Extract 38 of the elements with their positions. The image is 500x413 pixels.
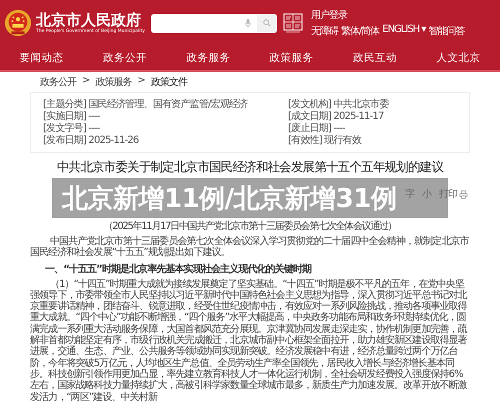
seal-logo-icon [282, 13, 303, 33]
info-field: [发文字号] ---- [43, 123, 100, 134]
body-paragraph: 中国共产党北京市第十三届委员会第七次全体会议深入学习贯彻党的二十届四中全会精神，就制定北京市国民经济和社会发展“十五五”规划提出如下建议。 [30, 236, 470, 259]
nav-item[interactable]: 政务服务 [182, 49, 234, 67]
nav-item[interactable]: 政策服务 [266, 49, 318, 67]
breadcrumb-link[interactable]: 政务公开 [40, 75, 76, 89]
section-heading: 一、“十五五”时期是北京率先基本实现社会主义现代化的关键时期 [44, 264, 312, 276]
caption-text: 北京新增11例/北京新增31例 [62, 182, 396, 216]
nav-item[interactable]: 政务公开 [98, 49, 151, 67]
site-name[interactable]: 北京市人民政府 [36, 12, 145, 29]
info-field: [成文日期] 2025-11-17 [288, 111, 384, 122]
document-title: 中共北京市委关于制定北京市国民经济和社会发展第十五个五年规划的建议 [56, 159, 444, 176]
breadcrumb-separator: > [82, 75, 90, 88]
header-link[interactable]: 繁体/简体 [340, 24, 380, 38]
info-field: [主题分类] 国民经济管理、国有资产监管/宏观经济 [43, 99, 248, 110]
search-field[interactable] [150, 14, 277, 32]
nav-item[interactable]: 要闻动态 [16, 49, 68, 67]
info-field: [发布日期] 2025-11-26 [43, 135, 138, 146]
search-button[interactable] [256, 14, 277, 32]
emblem-icon [4, 9, 32, 37]
print-link[interactable]: 打印 [439, 187, 457, 201]
body-paragraph: （1）“十四五”时期重大成就为接续发展奠定了坚实基础。“十四五”时期是极不平凡的五年，在党中央坚强领导下，市委带领全市人民坚持以习近平新时代中国特色社会主义思想为指导，深入贯彻习近平总书记对北京重要讲话精神，团结奋斗、锐意进取，经受住世纪疫情冲击，有效应对一系列风险挑战，推动各项事业取得重大成就。“四个中心”功能不断增强，“四个服务”水平大幅提高，中央政务功能布局和政务环境持续优化，圆满完成一系列重大活动服务保障，大国首都风范充分展现。京津冀协同发展走深走实，协作机制更加完善，疏解非首都功能坚定有序，市级行政机关完成搬迁，北京城市副中心框架全面拉开，助力雄安新区建设取得显著进展，交通、生态、产业、公共服务等领域协同实现新突破。经济发展稳中有进，经济总量跨过两个万亿台阶，今年将突破5万亿元，人均地区生产总值、全员劳动生产率全国领先，居民收入增长与经济增长基本同步。科技创新引领作用更加凸显，率先建立教育科技人才一体化运行机制，全社会研发经费投入强度保持6%左右，国家战略科技力量持续扩大，高被引科学家数量全球城市最多，新质生产力加速发展。改革开放不断激发活力，“两区”建设、中关村新 [30, 278, 468, 403]
info-field: [发文机构] 中共北京市委 [288, 99, 389, 110]
breadcrumb-current[interactable]: 政策文件 [150, 75, 187, 89]
login-link[interactable]: 用户登录 [310, 8, 464, 22]
nav-item[interactable]: 人文北京 [432, 49, 484, 67]
header-link[interactable]: ENGLISH ▾ [382, 24, 426, 38]
search-icon [262, 19, 271, 27]
breadcrumb-separator: > [137, 75, 145, 88]
info-field: [废止日期] ---- [288, 123, 345, 134]
info-field: [有效性] 现行有效 [288, 135, 361, 146]
nav-item[interactable]: 政民互动 [348, 49, 401, 67]
header-link[interactable]: 智能问答 [428, 24, 464, 38]
info-field: [实施日期] ---- [43, 111, 100, 122]
breadcrumb-link[interactable]: 政策服务 [95, 75, 132, 89]
document-subtitle: （2025年11月17日中国共产党北京市第十三届委员会第七次全体会议通过） [102, 220, 398, 233]
printer-icon[interactable] [459, 190, 468, 198]
header-link[interactable]: 无障碍 [310, 24, 338, 38]
